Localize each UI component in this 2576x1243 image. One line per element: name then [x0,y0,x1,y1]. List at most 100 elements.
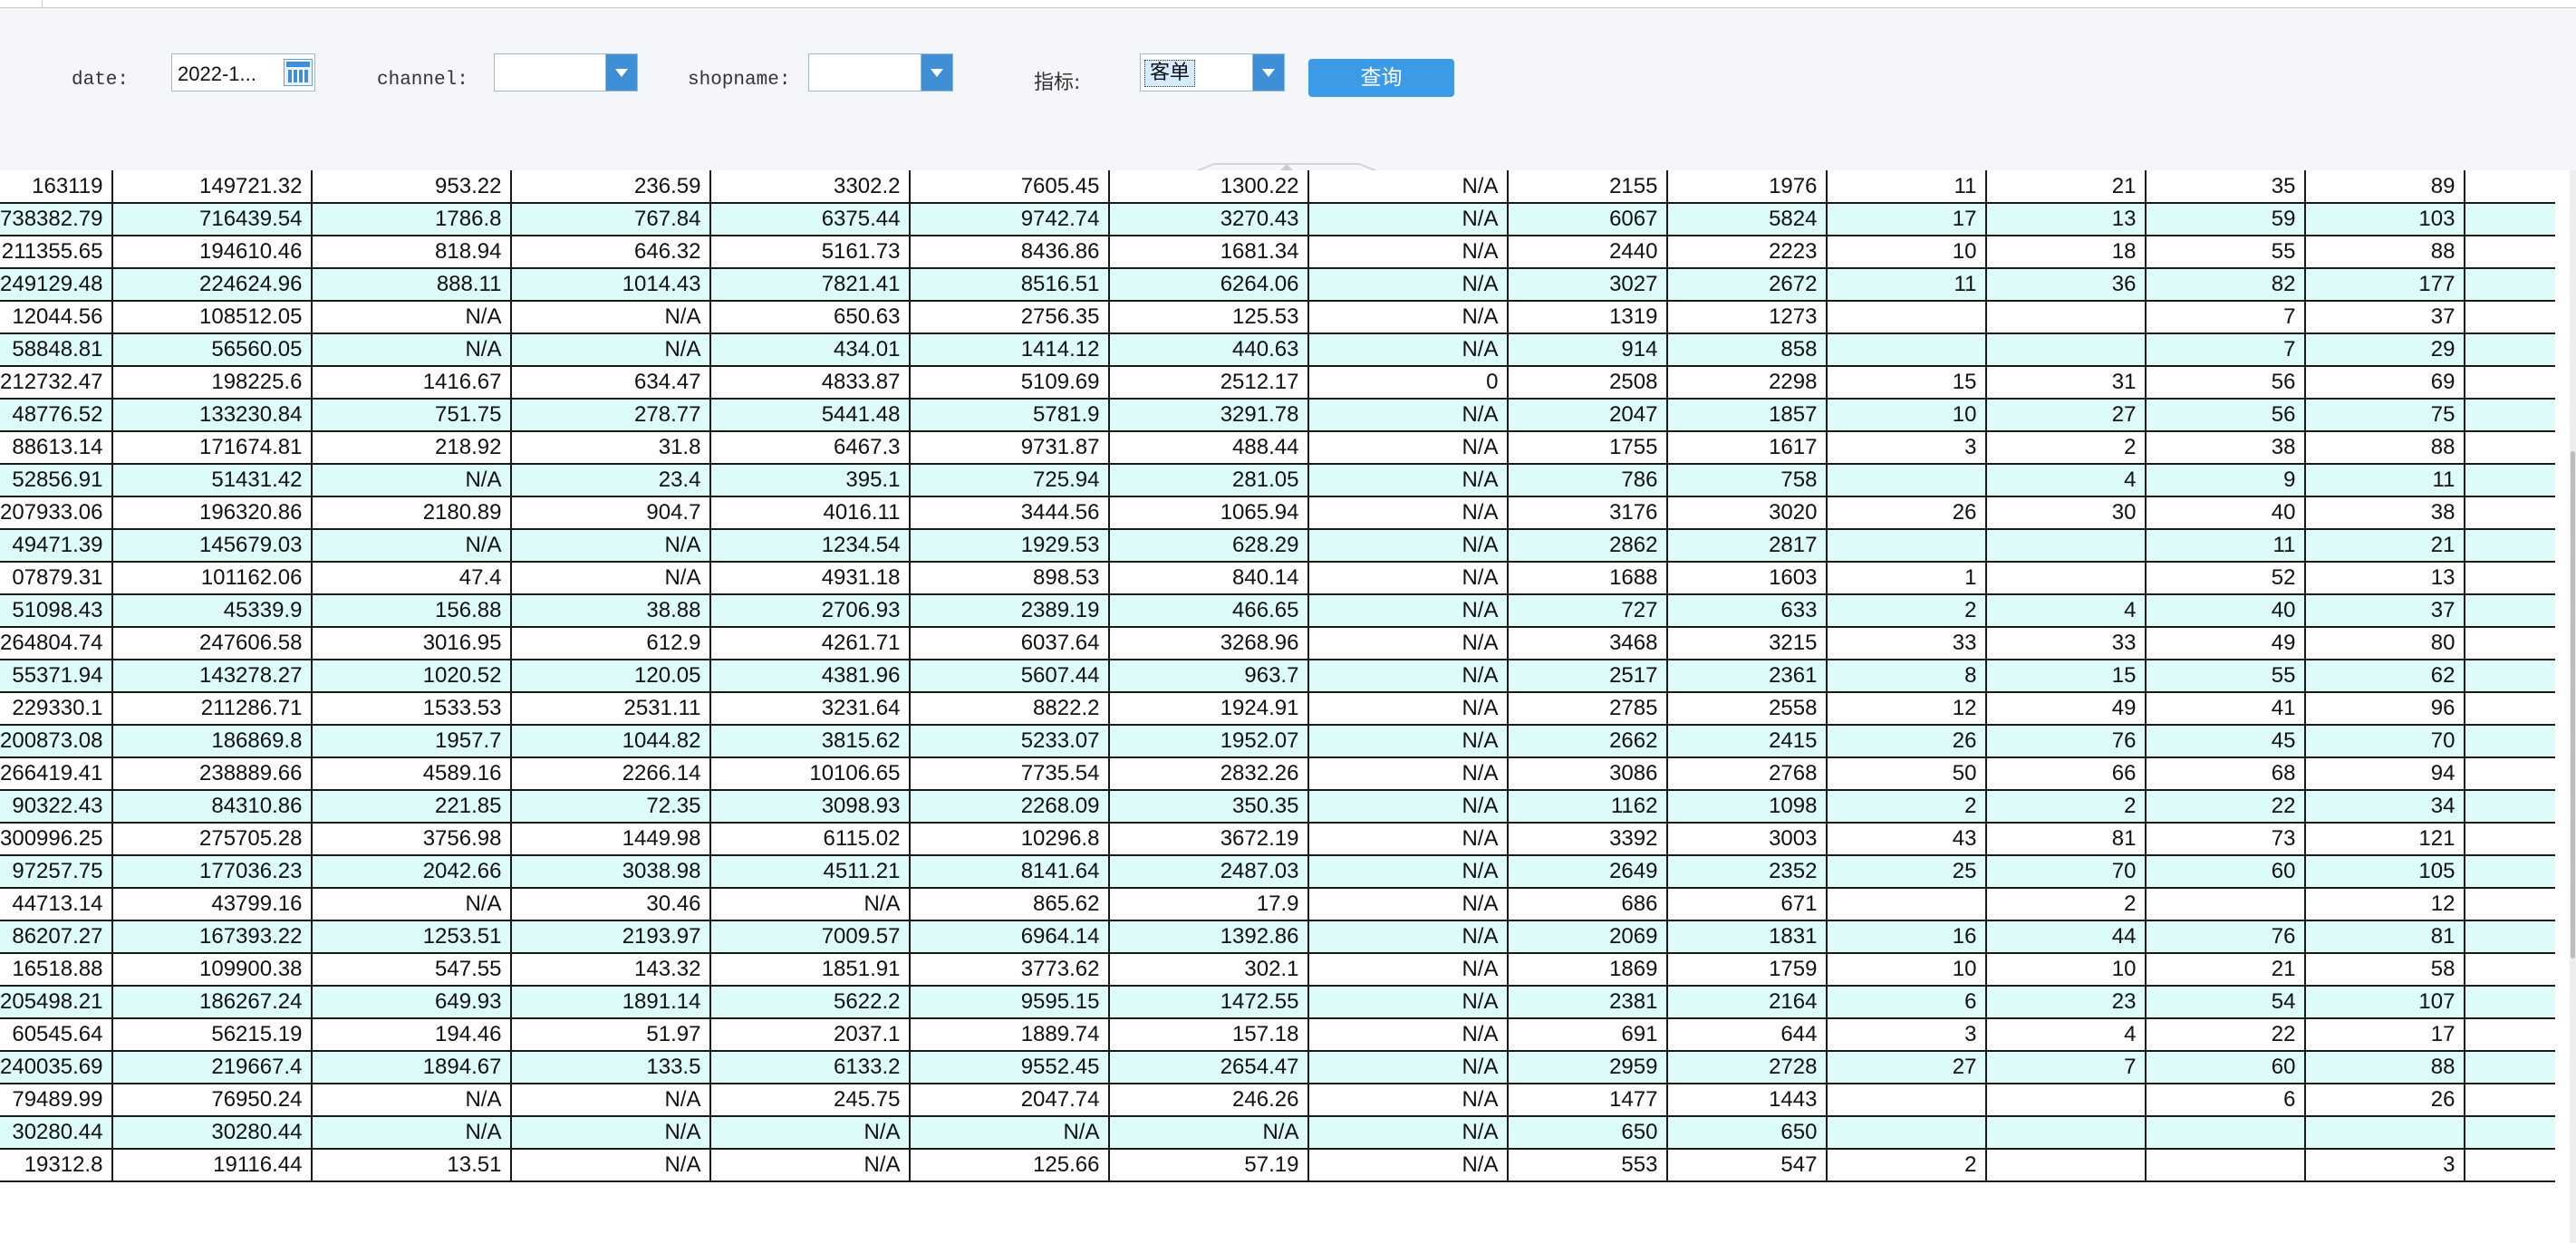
table-cell: 81 [1985,823,2147,856]
table-row[interactable]: 55371.94 143278.27 1020.52 120.05 4381.96 560… [0,660,2556,693]
chevron-down-icon[interactable] [1252,54,1284,91]
table-row[interactable]: 211355.65 194610.46 818.94 646.32 5161.73 843… [0,236,2556,269]
table-cell: 89 [2304,170,2465,204]
table-row[interactable]: 07879.31 101162.06 47.4 N/A 4931.18 898.53 840… [0,562,2556,595]
table-cell: 8436.86 [909,236,1110,269]
table-row[interactable]: 12044.56 108512.05 N/A N/A 650.63 2756.35 125.… [0,301,2556,334]
table-cell: N/A [1307,1051,1509,1084]
table-row[interactable]: 97257.75 177036.23 2042.66 3038.98 4511.21 81… [0,855,2556,889]
table-cell: 3444.56 [909,496,1110,530]
table-row[interactable]: 49471.39 145679.03 N/A N/A 1234.54 1929.53 628… [0,529,2556,563]
table-row[interactable]: 264804.74 247606.58 3016.95 612.9 4261.71 603… [0,627,2556,660]
table-cell: 1603 [1666,562,1828,595]
table-cell: 2266.14 [510,757,711,791]
table-cell: 25 [1826,855,1987,889]
chevron-down-icon[interactable] [921,54,952,91]
query-button[interactable]: 查询 [1308,59,1454,97]
table-cell: 281.05 [1108,464,1309,497]
table-row[interactable]: 19312.8 19116.44 13.51 N/A N/A 125.66 57.19 N/A… [0,1149,2556,1182]
table-row[interactable]: 229330.1 211286.71 1533.53 2531.11 3231.64 88… [0,692,2556,726]
table-cell: N/A [311,464,512,497]
table-cell: 9742.74 [909,203,1110,236]
date-field[interactable]: 2022-1... [171,53,315,92]
table-cell: 76 [1985,725,2147,758]
table-row[interactable]: 86207.27 167393.22 1253.51 2193.97 7009.57 69… [0,920,2556,954]
table-row[interactable]: 60545.64 56215.19 194.46 51.97 2037.1 1889.74… [0,1018,2556,1052]
table-row[interactable]: 79489.99 76950.24 N/A N/A 245.75 2047.74 246.2… [0,1084,2556,1117]
table-cell: 196320.86 [111,496,313,530]
table-cell: 2728 [1666,1051,1828,1084]
table-row[interactable]: 90322.43 84310.86 221.85 72.35 3098.93 2268.0… [0,790,2556,824]
table-row[interactable]: 240035.69 219667.4 1894.67 133.5 6133.2 9552.… [0,1051,2556,1084]
table-row[interactable]: 249129.48 224624.96 888.11 1014.43 7821.41 85… [0,268,2556,302]
table-cell: 44 [1985,920,2147,954]
table-cell: 70 [2304,725,2465,758]
table-row[interactable]: 88613.14 171674.81 218.92 31.8 6467.3 9731.87… [0,431,2556,465]
table-row[interactable]: 58848.81 56560.05 N/A N/A 434.01 1414.12 440.6… [0,333,2556,367]
table-cell: 904.7 [510,496,711,530]
table-cell: 5622.2 [709,986,911,1019]
calendar-icon[interactable] [284,59,313,86]
table-row[interactable]: 207933.06 196320.86 2180.89 904.7 4016.11 344… [0,496,2556,530]
table-cell: 11 [1826,268,1987,302]
table-cell: 3815.62 [709,725,911,758]
table-row[interactable]: 52856.91 51431.42 N/A 23.4 395.1 725.94 281.05… [0,464,2556,497]
table-cell: 2047.74 [909,1084,1110,1117]
table-cell: 43 [1826,823,1987,856]
tab-stub[interactable] [0,0,43,7]
metric-value: 客单 [1144,60,1196,87]
table-row[interactable]: 300996.25 275705.28 3756.98 1449.98 6115.02 1… [0,823,2556,856]
table-cell: 686 [1507,888,1668,921]
table-cell: 194.46 [311,1018,512,1052]
table-cell: 395.1 [709,464,911,497]
table-cell: 90322.43 [0,790,113,824]
table-cell: 275705.28 [111,823,313,856]
table-cell: 3038.98 [510,855,711,889]
table-cell: 8822.2 [909,692,1110,726]
table-cell: 73 [2145,823,2306,856]
table-row[interactable]: 212732.47 198225.6 1416.67 634.47 4833.87 510… [0,366,2556,400]
table-row[interactable]: 163119 149721.32 953.22 236.59 3302.2 7605.45… [0,170,2556,204]
table-row[interactable]: 51098.43 45339.9 156.88 38.88 2706.93 2389.19… [0,594,2556,628]
table-cell: 27 [1985,399,2147,432]
table-row[interactable]: 205498.21 186267.24 649.93 1891.14 5622.2 959… [0,986,2556,1019]
table-cell: 1300.22 [1108,170,1309,204]
table-cell: 177 [2304,268,2465,302]
table-row[interactable]: 16518.88 109900.38 547.55 143.32 1851.91 3773… [0,953,2556,987]
table-cell: 4261.71 [709,627,911,660]
table-cell: 4 [1985,1018,2147,1052]
table-cell: 200873.08 [0,725,113,758]
table-cell: 167393.22 [111,920,313,954]
scrollbar-thumb[interactable] [2571,451,2575,959]
table-cell: N/A [1307,986,1509,1019]
table-cell: 7 [1985,1051,2147,1084]
table-cell: 12 [1826,692,1987,726]
channel-select[interactable] [494,53,638,92]
table-cell: 4511.21 [709,855,911,889]
table-cell: 12044.56 [0,301,113,334]
table-cell [2464,1116,2556,1150]
table-cell: 840.14 [1108,562,1309,595]
table-cell: 3291.78 [1108,399,1309,432]
metric-select[interactable]: 客单 [1140,53,1285,92]
table-cell: 691 [1507,1018,1668,1052]
table-cell: N/A [1307,236,1509,269]
table-row[interactable]: 738382.79 716439.54 1786.8 767.84 6375.44 974… [0,203,2556,236]
shopname-select[interactable] [808,53,953,92]
table-cell: 30280.44 [0,1116,113,1150]
table-row[interactable]: 48776.52 133230.84 751.75 278.77 5441.48 5781… [0,399,2556,432]
table-row[interactable]: 266419.41 238889.66 4589.16 2266.14 10106.65… [0,757,2556,791]
table-cell: 50 [1826,757,1987,791]
table-row[interactable]: 44713.14 43799.16 N/A 30.46 N/A 865.62 17.9 N/A… [0,888,2556,921]
table-cell: 2768 [1666,757,1828,791]
table-cell: 60545.64 [0,1018,113,1052]
table-row[interactable]: 30280.44 30280.44 N/A N/A N/A N/A N/A N/A 650 650 [0,1116,2556,1150]
vertical-scrollbar[interactable] [2570,170,2576,1243]
chevron-down-icon[interactable] [605,54,637,91]
table-cell: 3268.96 [1108,627,1309,660]
table-cell: 125.53 [1108,301,1309,334]
table-row[interactable]: 200873.08 186869.8 1957.7 1044.82 3815.62 523… [0,725,2556,758]
table-cell: 58 [2304,953,2465,987]
table-cell: 96 [2304,692,2465,726]
table-cell: 125.66 [909,1149,1110,1182]
